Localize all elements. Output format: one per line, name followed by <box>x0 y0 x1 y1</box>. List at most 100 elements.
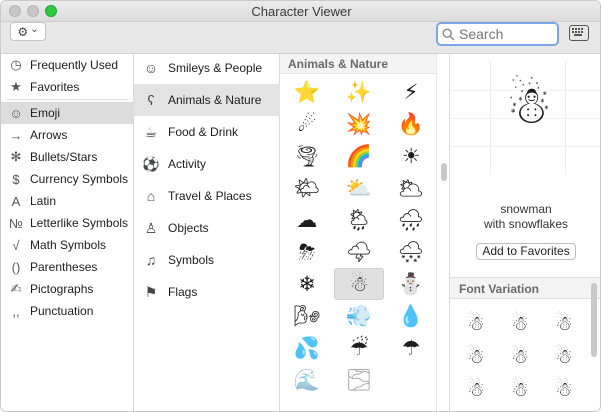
chevron-down-icon: ⌄ <box>30 24 39 35</box>
preview-glyph[interactable]: ☃ <box>477 76 581 136</box>
font-variation-glyph[interactable]: ☃ <box>500 373 540 405</box>
emoji-cell[interactable]: 🌧 <box>386 204 436 236</box>
search-icon <box>442 27 455 41</box>
emoji-cell[interactable]: 🌬 <box>282 300 332 332</box>
emoji-cell[interactable]: 🌤 <box>282 172 332 204</box>
emoji-cell[interactable]: 🌨 <box>386 236 436 268</box>
font-variation-scrollbar[interactable] <box>591 283 597 357</box>
character-preview: ☃ <box>451 62 600 174</box>
emoji-cell[interactable]: ✨ <box>334 76 384 108</box>
category-favorites[interactable]: ★ Favorites <box>1 76 134 98</box>
font-variation-glyph[interactable]: ☃ <box>456 373 496 405</box>
subcategory-food-drink[interactable]: ☕ Food & Drink <box>134 116 280 148</box>
category-pictographs[interactable]: ✍ Pictographs <box>1 278 134 300</box>
category-arrows[interactable]: → Arrows <box>1 124 134 146</box>
character-grid: Animals & Nature ⭐ ✨ ⚡ ☄ 💥 🔥 🌪 🌈 ☀ 🌤 ⛅ 🌥 ☁ 🌦 🌧 ⛈ 🌩 🌨 ❄ ☃ ⛄ 🌬 💨… <box>280 54 436 411</box>
grid-scrollbar[interactable] <box>436 54 450 411</box>
flag-icon: ⚑ <box>144 283 158 300</box>
emoji-cell[interactable]: ⛈ <box>282 236 332 268</box>
font-variation-glyph[interactable]: ☃ <box>500 340 540 372</box>
subcategory-activity[interactable]: ⚽ Activity <box>134 148 280 180</box>
category-bullets-stars[interactable]: ✻ Bullets/Stars <box>1 146 134 168</box>
subcategory-smileys-people[interactable]: ☺ Smileys & People <box>134 52 280 84</box>
smiley-icon: ☺ <box>9 105 23 121</box>
emoji-cell[interactable]: ⚡ <box>386 76 436 108</box>
font-variation-glyph[interactable]: ☃ <box>544 340 584 372</box>
parens-icon: () <box>11 259 21 275</box>
sqrt-icon: √ <box>12 237 20 253</box>
gear-icon: ⚙ <box>17 24 29 39</box>
numero-icon: № <box>9 215 23 231</box>
font-variation-glyph[interactable]: ☃ <box>500 307 540 339</box>
category-label: Arrows <box>30 128 68 142</box>
latin-icon: A <box>11 193 21 209</box>
character-viewer-window: Character Viewer ⚙ ⌄ ◷ Frequently Used ★ Fa… <box>0 0 601 412</box>
clock-icon: ◷ <box>10 57 22 72</box>
detail-panel: ☃ snowman with snowflakes Add to Favorit… <box>450 54 600 411</box>
emoji-cell[interactable]: ☃ <box>334 268 384 300</box>
category-latin[interactable]: A Latin <box>1 190 134 212</box>
emoji-cell[interactable]: 🌊 <box>282 364 332 396</box>
emoji-cell[interactable]: 🌩 <box>334 236 384 268</box>
emoji-cell[interactable]: 💦 <box>282 332 332 364</box>
subcategory-animals-nature[interactable]: ʕ Animals & Nature <box>134 84 280 116</box>
dollar-icon: $ <box>12 171 20 187</box>
category-emoji[interactable]: ☺ Emoji <box>1 102 134 124</box>
emoji-cell[interactable]: ❄ <box>282 268 332 300</box>
category-label: Latin <box>30 194 57 208</box>
emoji-cell[interactable]: 🔥 <box>386 108 436 140</box>
grid-scrollbar-thumb[interactable] <box>441 163 447 181</box>
ball-icon: ⚽ <box>142 155 160 172</box>
subcategory-list: ☺ Smileys & People ʕ Animals & Nature ☕ Food … <box>134 52 280 411</box>
category-frequently-used[interactable]: ◷ Frequently Used <box>1 54 134 76</box>
search-field[interactable] <box>436 22 559 46</box>
emoji-cell[interactable]: ⛄ <box>386 268 436 300</box>
category-letterlike-symbols[interactable]: № Letterlike Symbols <box>1 212 134 234</box>
emoji-cell[interactable]: 🌫 <box>334 364 384 396</box>
category-punctuation[interactable]: ,, Punctuation <box>1 300 134 322</box>
category-currency-symbols[interactable]: $ Currency Symbols <box>1 168 134 190</box>
emoji-cell[interactable]: ☂ <box>386 332 436 364</box>
font-variation-glyph[interactable]: ☃ <box>544 373 584 405</box>
punctuation-icon: ,, <box>12 303 20 319</box>
emoji-cell[interactable]: 🌦 <box>334 204 384 236</box>
emoji-cell[interactable]: 🌪 <box>282 140 332 172</box>
title-bar: Character Viewer <box>1 1 600 22</box>
category-label: Punctuation <box>30 304 94 318</box>
add-to-favorites-button[interactable]: Add to Favorites <box>476 243 576 260</box>
emoji-cell[interactable]: ☄ <box>282 108 332 140</box>
subcategory-travel-places[interactable]: ⌂ Travel & Places <box>134 180 280 212</box>
panes: ◷ Frequently Used ★ Favorites ☺ Emoji → Arrows ✻… <box>1 52 600 411</box>
emoji-cell[interactable]: 💧 <box>386 300 436 332</box>
emoji-cell[interactable]: 💥 <box>334 108 384 140</box>
font-variation-glyph[interactable]: ☃ <box>544 307 584 339</box>
category-label: Pictographs <box>30 282 94 296</box>
subcategory-label: Flags <box>168 285 198 299</box>
character-name-line1: snowman <box>500 202 552 216</box>
asterisk-icon: ✻ <box>10 149 22 164</box>
keyboard-viewer-icon[interactable] <box>569 25 589 41</box>
search-input[interactable] <box>459 26 554 42</box>
subcategory-objects[interactable]: ♙ Objects <box>134 212 280 244</box>
emoji-cell[interactable]: ☁ <box>282 204 332 236</box>
subcategory-symbols[interactable]: ♫ Symbols <box>134 244 280 276</box>
category-label: Parentheses <box>30 260 98 274</box>
font-variation-glyph[interactable]: ☃ <box>456 340 496 372</box>
subcategory-label: Travel & Places <box>168 189 252 203</box>
emoji-cell[interactable]: ☀ <box>386 140 436 172</box>
category-list: ◷ Frequently Used ★ Favorites ☺ Emoji → Arrows ✻… <box>1 54 134 411</box>
emoji-cell[interactable]: 💨 <box>334 300 384 332</box>
category-math-symbols[interactable]: √ Math Symbols <box>1 234 134 256</box>
emoji-cell[interactable]: 🌥 <box>386 172 436 204</box>
subcategory-flags[interactable]: ⚑ Flags <box>134 276 280 308</box>
category-parentheses[interactable]: () Parentheses <box>1 256 134 278</box>
subcategory-label: Animals & Nature <box>168 93 262 107</box>
action-menu-button[interactable]: ⚙ ⌄ <box>10 22 46 41</box>
emoji-cell[interactable]: ☔ <box>334 332 384 364</box>
emoji-cell[interactable]: ⛅ <box>334 172 384 204</box>
emoji-cell[interactable]: ⭐ <box>282 76 332 108</box>
subcategory-label: Food & Drink <box>168 125 239 139</box>
emoji-cell[interactable]: 🌈 <box>334 140 384 172</box>
font-variation-glyph[interactable]: ☃ <box>456 307 496 339</box>
character-name-line2: with snowflakes <box>483 217 569 231</box>
